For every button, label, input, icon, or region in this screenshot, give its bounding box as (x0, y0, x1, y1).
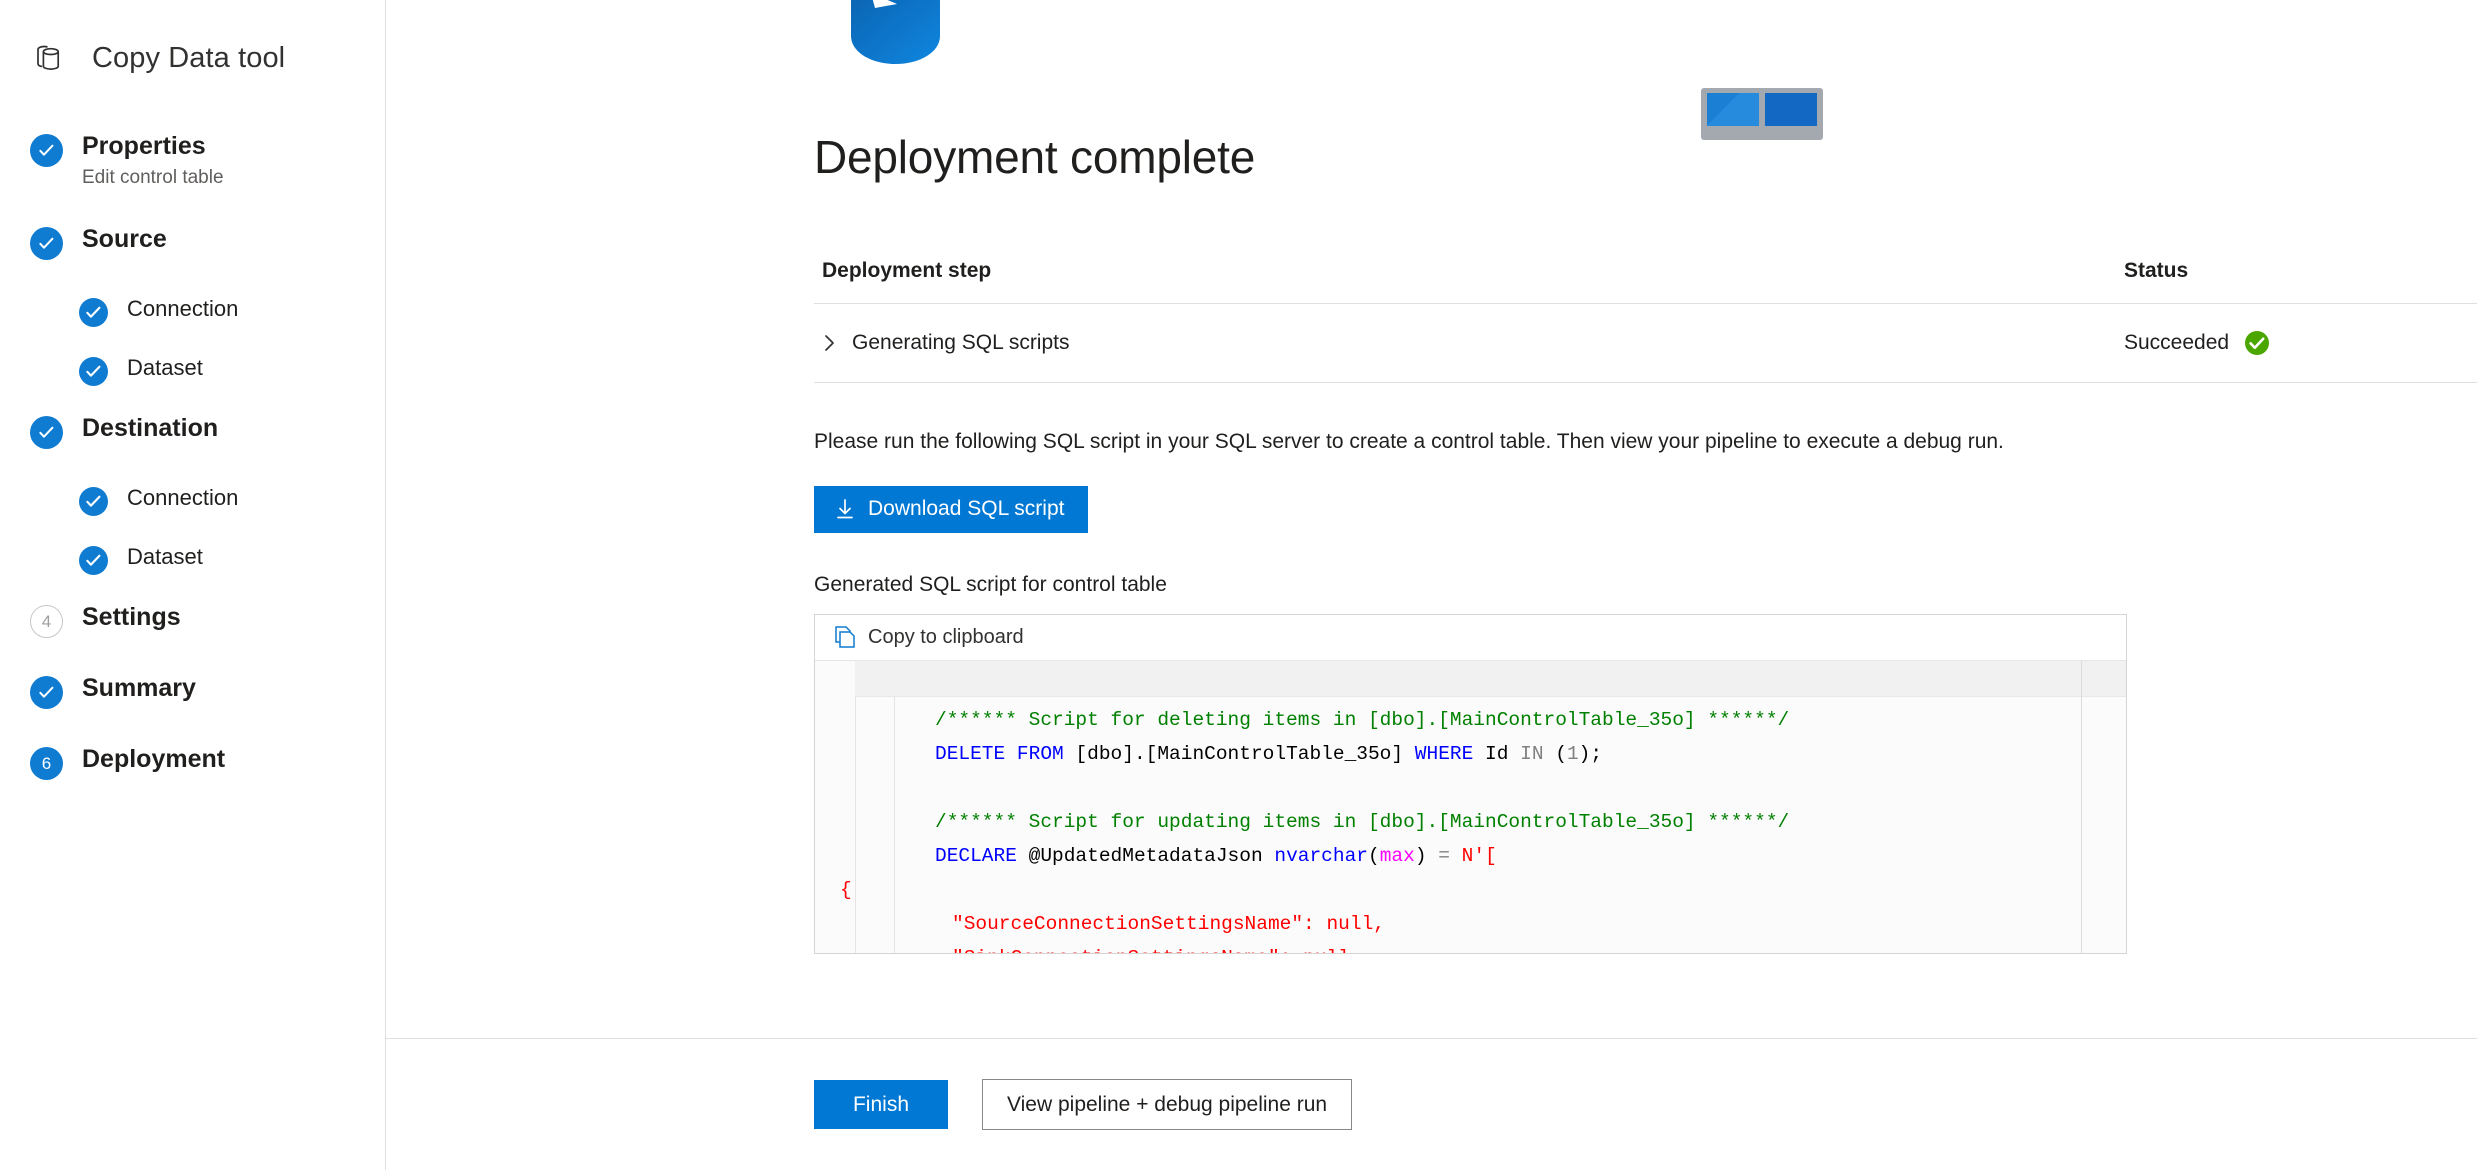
wizard-footer: Finish View pipeline + debug pipeline ru… (386, 1038, 2477, 1170)
step-status-check-icon (30, 134, 63, 167)
sidebar-item-summary[interactable]: Summary (0, 674, 385, 709)
code-line: DECLARE @UpdatedMetadataJson nvarchar(ma… (935, 844, 1497, 867)
sidebar-item-destination-dataset[interactable]: Dataset (0, 544, 385, 575)
step-status-check-icon (79, 486, 108, 516)
code-line: /****** Script for deleting items in [db… (935, 708, 1790, 731)
brand-title: Copy Data tool (92, 41, 286, 74)
wizard-steps: Properties Edit control table Source Con… (0, 132, 385, 780)
download-arrow-icon (837, 499, 853, 519)
database-stack-icon (30, 38, 70, 78)
view-pipeline-debug-run-button[interactable]: View pipeline + debug pipeline run (982, 1079, 1353, 1130)
table-row: Generating SQL scripts Succeeded (814, 303, 2477, 383)
azure-sql-database-icon (845, 0, 946, 79)
step-name: Generating SQL scripts (852, 330, 1070, 354)
brand: Copy Data tool (0, 0, 385, 78)
content-scroll-region: Deployment complete Deployment step Stat… (386, 0, 2477, 1038)
step-number: 6 (41, 753, 52, 773)
code-line: /****** Script for updating items in [db… (935, 810, 1790, 833)
sidebar-item-label: Source (82, 224, 167, 253)
sidebar-item-source-connection[interactable]: Connection (0, 296, 385, 327)
sidebar-item-label: Settings (82, 602, 181, 631)
code-line: { (840, 878, 852, 901)
page-title: Deployment complete (814, 131, 1256, 183)
step-status-check-icon (30, 675, 63, 709)
decorative-icons-row (386, 0, 2477, 140)
sidebar-item-settings[interactable]: 4 Settings (0, 603, 385, 638)
step-number-badge: 4 (30, 604, 63, 638)
column-header-status: Status (2124, 258, 2477, 304)
sidebar-item-properties[interactable]: Properties Edit control table (0, 132, 385, 189)
generated-script-label: Generated SQL script for control table (814, 572, 1167, 596)
main-panel: Deployment complete Deployment step Stat… (386, 0, 2477, 1170)
expand-step-row[interactable]: Generating SQL scripts (822, 331, 2124, 355)
step-number-badge: 6 (30, 746, 63, 780)
sidebar-item-label: Dataset (127, 354, 203, 380)
copy-pages-icon (835, 626, 855, 648)
sidebar-item-deployment[interactable]: 6 Deployment (0, 745, 385, 780)
column-header-step: Deployment step (814, 258, 2124, 304)
code-line: DELETE FROM [dbo].[MainControlTable_35o]… (935, 742, 1603, 765)
step-status-check-icon (30, 415, 63, 449)
sql-code-content: /****** Script for deleting items in [db… (815, 697, 2126, 953)
download-sql-script-button[interactable]: Download SQL script (814, 485, 1089, 533)
table-icon (1701, 88, 1823, 140)
editor-toolbar: Copy to clipboard (815, 614, 2126, 661)
sql-code-editor: Copy to clipboard /****** Script for del… (814, 613, 2127, 954)
cell-step: Generating SQL scripts (814, 303, 2124, 383)
success-check-icon (2245, 330, 2270, 355)
step-status-check-icon (30, 226, 63, 260)
sidebar-item-destination[interactable]: Destination (0, 414, 385, 449)
cell-status: Succeeded (2124, 303, 2477, 383)
sidebar-item-label: Summary (82, 673, 196, 702)
step-status-check-icon (79, 545, 108, 575)
editor-top-strip (855, 660, 2126, 697)
copy-data-tool-window: Copy Data tool Properties Edit control t… (0, 0, 2477, 1170)
editor-body[interactable]: /****** Script for deleting items in [db… (815, 660, 2126, 953)
sidebar-item-destination-connection[interactable]: Connection (0, 485, 385, 516)
sidebar-item-source[interactable]: Source (0, 225, 385, 260)
code-line: "SourceConnectionSettingsName": null, (952, 912, 1385, 935)
instruction-text: Please run the following SQL script in y… (814, 429, 2004, 453)
sidebar-item-label: Dataset (127, 543, 203, 569)
step-number: 4 (41, 611, 52, 631)
sidebar-item-source-dataset[interactable]: Dataset (0, 355, 385, 386)
deployment-steps-table: Deployment step Status Generating SQL sc… (814, 258, 2477, 383)
sidebar-item-label: Deployment (82, 744, 226, 773)
copy-to-clipboard-button[interactable]: Copy to clipboard (868, 626, 1024, 649)
sidebar-item-sublabel: Edit control table (82, 166, 224, 188)
status-text: Succeeded (2124, 330, 2230, 354)
sidebar-item-label: Destination (82, 413, 219, 442)
sidebar-item-label: Connection (127, 295, 239, 321)
chevron-right-icon (825, 334, 834, 351)
wizard-sidebar: Copy Data tool Properties Edit control t… (0, 0, 386, 1170)
table-header-row: Deployment step Status (814, 258, 2477, 304)
step-status-check-icon (79, 297, 108, 327)
step-status-check-icon (79, 356, 108, 386)
sidebar-item-label: Properties (82, 132, 206, 160)
download-button-label: Download SQL script (868, 497, 1065, 521)
finish-button[interactable]: Finish (814, 1080, 948, 1129)
code-line: "SinkConnectionSettingsName": null, (815, 941, 2126, 953)
sidebar-item-label: Connection (127, 484, 239, 510)
